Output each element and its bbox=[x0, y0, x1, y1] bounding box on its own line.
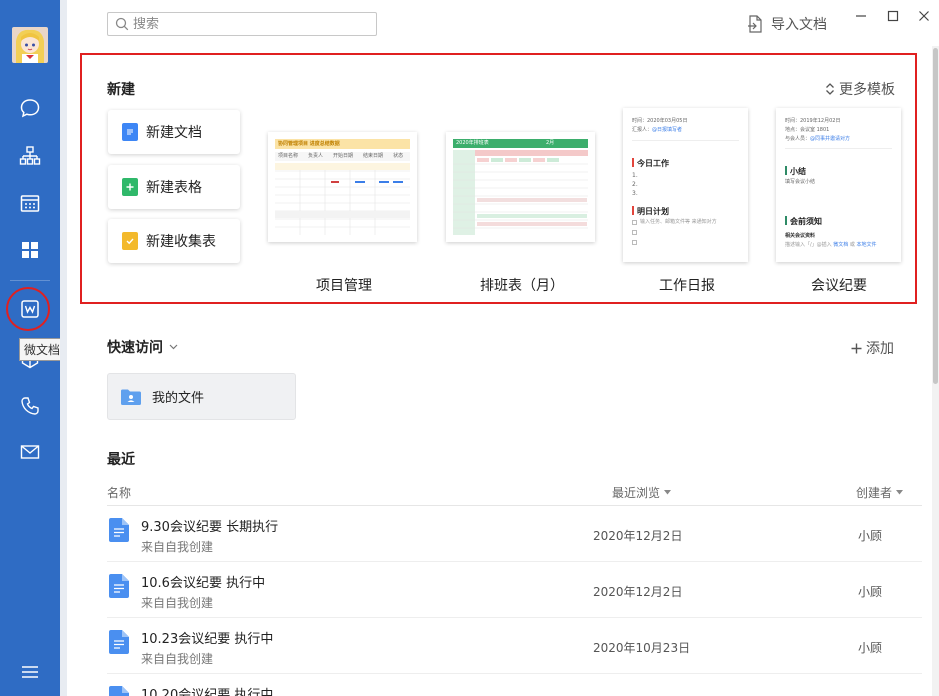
maximize-button[interactable] bbox=[884, 8, 902, 24]
quick-access-toggle[interactable]: 快速访问 bbox=[107, 337, 178, 357]
recent-row[interactable]: 10.20会议纪要 执行中 bbox=[107, 674, 922, 696]
chat-icon[interactable] bbox=[17, 95, 43, 121]
template-meeting-label: 会议纪要 bbox=[811, 278, 867, 294]
new-section-title: 新建 bbox=[107, 82, 135, 98]
search-icon bbox=[115, 17, 129, 31]
add-quick-access-button[interactable]: 添加 bbox=[851, 338, 894, 358]
col-last-viewed-header[interactable]: 最近浏览 bbox=[612, 484, 672, 501]
chevron-down-icon bbox=[169, 344, 178, 350]
sheet-icon bbox=[122, 178, 138, 196]
template-daily-report-thumb: 时间：2020年03月05日 汇报人：@日报填写者 今日工作 1. 2. 3. … bbox=[623, 108, 748, 262]
recent-row[interactable]: 9.30会议纪要 长期执行 来自自我创建 2020年12月2日 小顾 bbox=[107, 506, 922, 562]
row-creator: 小顾 bbox=[858, 585, 883, 599]
new-doc-label: 新建文档 bbox=[146, 125, 202, 141]
close-button[interactable] bbox=[915, 8, 933, 24]
maximize-icon bbox=[887, 10, 899, 22]
doc-icon bbox=[109, 518, 129, 542]
doc-icon bbox=[122, 123, 138, 141]
template-project-thumb: 协同管理项目 进度总结数据 项目名称 负责人 开始日期 结束日期 状态 bbox=[268, 132, 417, 242]
minimize-button[interactable] bbox=[852, 8, 870, 24]
folder-user-icon bbox=[121, 389, 141, 405]
row-creator: 小顾 bbox=[858, 641, 883, 655]
close-icon bbox=[919, 11, 929, 21]
template-schedule-thumb-header: 2月 bbox=[546, 140, 555, 146]
title-bar: 导入文档 bbox=[67, 0, 939, 46]
template-project-label: 项目管理 bbox=[316, 278, 372, 294]
calendar-icon[interactable] bbox=[17, 190, 43, 216]
my-files-card[interactable]: 我的文件 bbox=[107, 373, 296, 420]
expand-icon bbox=[826, 83, 834, 95]
row-name: 10.6会议纪要 执行中 bbox=[141, 576, 266, 591]
sort-down-icon bbox=[664, 490, 672, 495]
template-schedule-thumb: 2020年排班表 2月 bbox=[446, 132, 595, 242]
template-schedule-label: 排班表（月） bbox=[480, 278, 564, 294]
recent-title: 最近 bbox=[107, 452, 135, 468]
template-meeting-thumb: 时间：2019年12月02日 地点：会议室 1801 与会人员：@同事并邀请对方… bbox=[776, 108, 901, 262]
new-form-label: 新建收集表 bbox=[146, 234, 216, 250]
more-templates-button[interactable]: 更多模板 bbox=[825, 79, 895, 99]
row-creator: 小顾 bbox=[858, 529, 883, 543]
new-sheet-label: 新建表格 bbox=[146, 180, 202, 196]
template-meeting-attendees: 与会人员：@同事并邀请对方 bbox=[785, 136, 851, 142]
row-source: 来自自我创建 bbox=[141, 540, 214, 554]
doc-icon bbox=[109, 574, 129, 598]
template-daily-date: 时间：2020年03月05日 bbox=[632, 118, 688, 124]
mail-icon[interactable] bbox=[17, 439, 43, 465]
avatar[interactable] bbox=[12, 27, 48, 63]
sort-down-icon bbox=[896, 490, 904, 495]
sidebar-gap bbox=[60, 0, 67, 696]
col-creator-header[interactable]: 创建者 bbox=[856, 484, 904, 501]
doc-icon bbox=[109, 686, 129, 696]
new-form-button[interactable]: 新建收集表 bbox=[108, 219, 240, 263]
plus-icon bbox=[851, 343, 862, 353]
row-name: 10.23会议纪要 执行中 bbox=[141, 632, 274, 647]
sidebar-divider bbox=[10, 280, 50, 281]
minimize-icon bbox=[856, 15, 866, 17]
import-doc-button[interactable]: 导入文档 bbox=[747, 13, 827, 35]
new-section: 新建 更多模板 新建文档 新建表格 新建收集表 协同管理项目 进度总结数据 项目… bbox=[80, 53, 917, 304]
template-project-thumb-title: 协同管理项目 进度总结数据 bbox=[278, 141, 340, 147]
template-schedule-thumb-title: 2020年排班表 bbox=[456, 140, 489, 146]
org-chart-icon[interactable] bbox=[17, 143, 43, 169]
add-label: 添加 bbox=[866, 341, 894, 357]
recent-row[interactable]: 10.6会议纪要 执行中 来自自我创建 2020年12月2日 小顾 bbox=[107, 562, 922, 618]
wei-doc-tooltip: 微文档 bbox=[19, 338, 66, 361]
row-date: 2020年12月2日 bbox=[593, 529, 683, 543]
new-sheet-button[interactable]: 新建表格 bbox=[108, 165, 240, 209]
form-icon bbox=[122, 232, 138, 250]
template-daily-reporter: 汇报人：@日报填写者 bbox=[632, 127, 683, 133]
row-source: 来自自我创建 bbox=[141, 652, 214, 666]
my-files-label: 我的文件 bbox=[152, 391, 205, 406]
scrollbar-thumb[interactable] bbox=[933, 48, 938, 384]
menu-icon[interactable] bbox=[17, 659, 43, 685]
row-date: 2020年10月23日 bbox=[593, 641, 691, 655]
search-box[interactable] bbox=[107, 12, 377, 36]
row-date: 2020年12月2日 bbox=[593, 585, 683, 599]
recent-row[interactable]: 10.23会议纪要 执行中 来自自我创建 2020年10月23日 小顾 bbox=[107, 618, 922, 674]
template-daily-report-label: 工作日报 bbox=[659, 278, 715, 294]
more-templates-label: 更多模板 bbox=[839, 82, 895, 98]
row-name: 9.30会议纪要 长期执行 bbox=[141, 520, 279, 535]
phone-icon[interactable] bbox=[17, 393, 43, 419]
apps-grid-icon[interactable] bbox=[17, 237, 43, 263]
import-icon bbox=[748, 15, 762, 33]
new-doc-button[interactable]: 新建文档 bbox=[108, 110, 240, 154]
import-label: 导入文档 bbox=[771, 17, 827, 33]
row-source: 来自自我创建 bbox=[141, 596, 214, 610]
quick-access-title: 快速访问 bbox=[107, 340, 163, 356]
doc-icon bbox=[109, 630, 129, 654]
col-name-header: 名称 bbox=[107, 486, 132, 500]
template-project-thumb-cols: 项目名称 负责人 开始日期 结束日期 状态 bbox=[278, 153, 404, 159]
highlight-circle bbox=[6, 287, 50, 331]
row-name: 10.20会议纪要 执行中 bbox=[141, 688, 274, 696]
search-input[interactable] bbox=[133, 14, 373, 34]
template-daily-sec1: 今日工作 bbox=[637, 159, 669, 168]
template-daily-sec2: 明日计划 bbox=[637, 207, 669, 216]
